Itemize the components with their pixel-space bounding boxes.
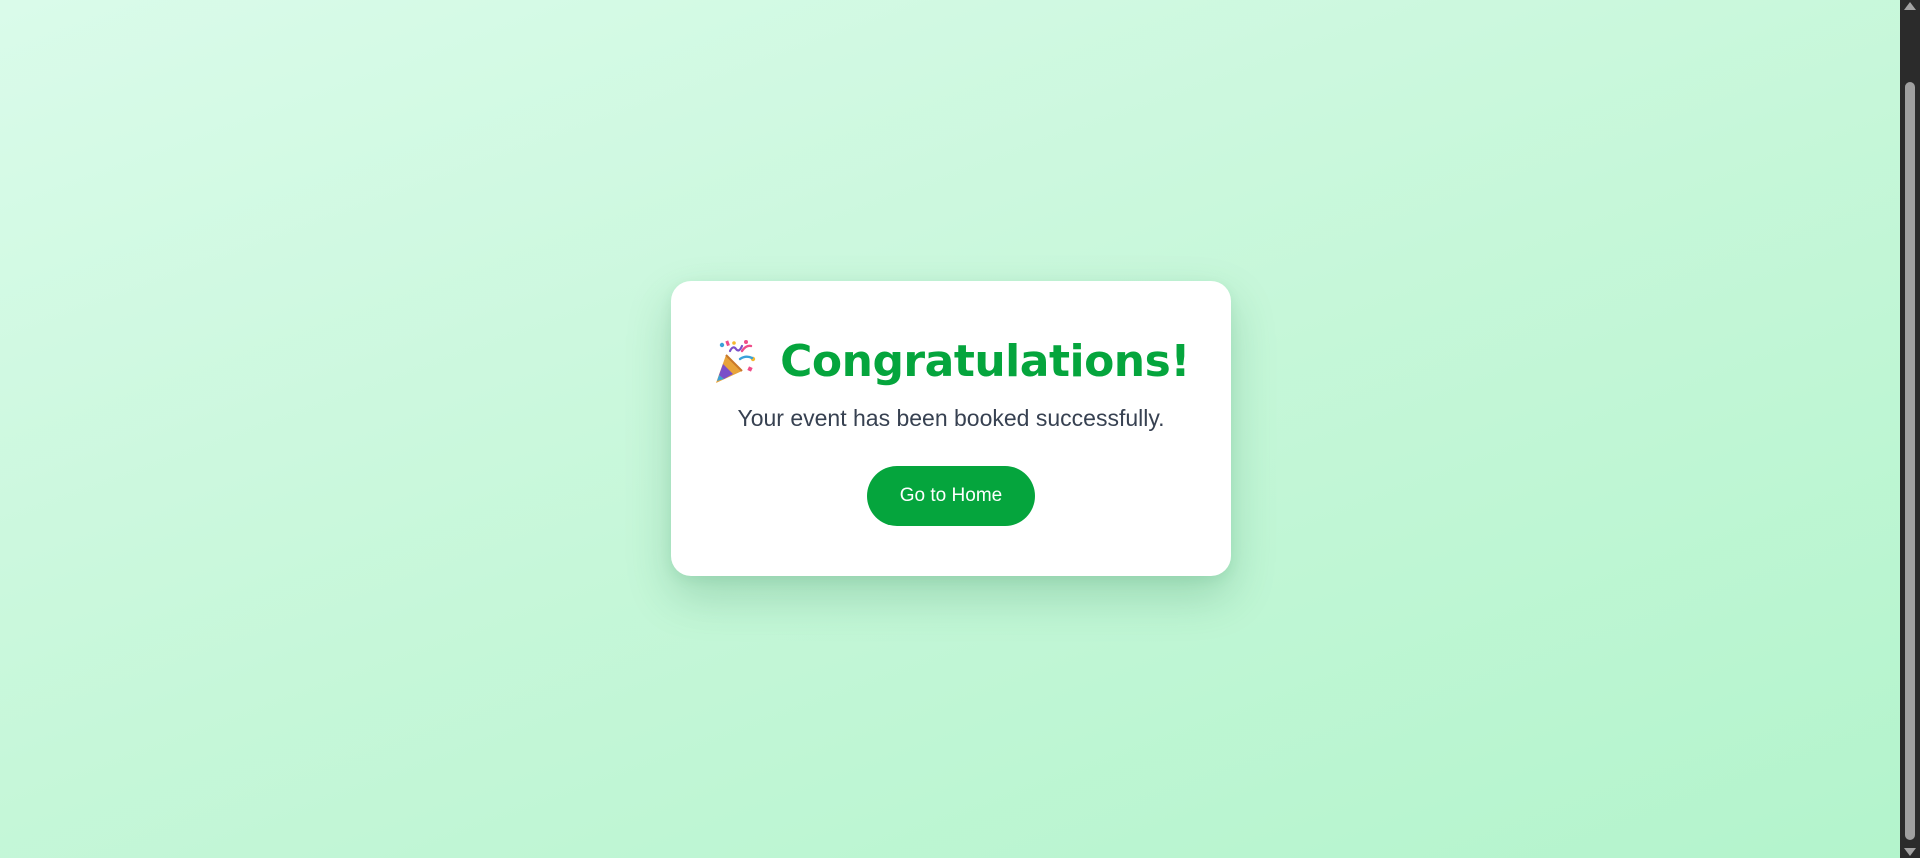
scrollbar-thumb[interactable] bbox=[1905, 82, 1915, 840]
party-popper-icon bbox=[712, 337, 758, 387]
congratulations-title: Congratulations! bbox=[780, 336, 1190, 387]
scroll-up-arrow-icon[interactable] bbox=[1904, 2, 1916, 10]
page-background: Congratulations! Your event has been boo… bbox=[0, 0, 1900, 858]
vertical-scrollbar[interactable] bbox=[1900, 0, 1920, 858]
go-to-home-button[interactable]: Go to Home bbox=[867, 466, 1035, 526]
title-row: Congratulations! bbox=[671, 333, 1231, 391]
success-card: Congratulations! Your event has been boo… bbox=[671, 281, 1231, 576]
scroll-down-arrow-icon[interactable] bbox=[1904, 848, 1916, 856]
success-message: Your event has been booked successfully. bbox=[737, 405, 1165, 431]
